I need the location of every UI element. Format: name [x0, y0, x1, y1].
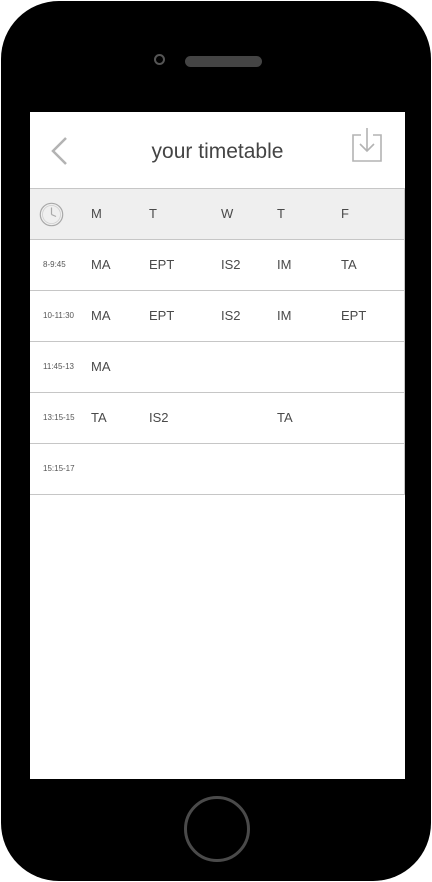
time-slot-label: 10-11:30 [43, 311, 74, 320]
class-cell[interactable]: TA [341, 240, 357, 290]
home-button[interactable] [184, 796, 250, 862]
download-button[interactable] [350, 127, 384, 163]
front-camera [154, 54, 165, 65]
back-button[interactable] [48, 136, 74, 166]
table-row: 10-11:30 MA EPT IS2 IM EPT [30, 291, 405, 342]
class-cell[interactable]: MA [91, 342, 111, 392]
class-cell[interactable]: IS2 [221, 240, 241, 290]
day-header-friday: F [341, 206, 349, 221]
class-cell[interactable]: IS2 [149, 393, 169, 443]
class-cell[interactable]: TA [91, 393, 107, 443]
day-header-thursday: T [277, 206, 285, 221]
page-title: your timetable [151, 140, 284, 163]
table-row: 15:15-17 [30, 444, 405, 495]
table-row: 11:45-13 MA [30, 342, 405, 393]
download-tray-icon [352, 128, 382, 162]
day-header-monday: M [91, 206, 102, 221]
earpiece-speaker [185, 56, 262, 67]
time-slot-label: 13:15-15 [43, 413, 75, 422]
class-cell[interactable]: EPT [341, 291, 366, 341]
day-header-tuesday: T [149, 206, 157, 221]
time-slot-label: 8-9:45 [43, 260, 66, 269]
class-cell[interactable]: MA [91, 291, 111, 341]
time-slot-label: 11:45-13 [43, 362, 74, 371]
app-screen: your timetable M T W T F 8-9:45 MA EPT I… [30, 112, 405, 779]
class-cell[interactable]: EPT [149, 240, 174, 290]
day-header-wednesday: W [221, 206, 234, 221]
chevron-left-icon [51, 137, 67, 165]
table-row: 13:15-15 TA IS2 TA [30, 393, 405, 444]
day-header-row: M T W T F [30, 189, 405, 240]
class-cell[interactable]: EPT [149, 291, 174, 341]
class-cell[interactable]: MA [91, 240, 111, 290]
class-cell[interactable]: IS2 [221, 291, 241, 341]
class-cell[interactable]: IM [277, 291, 291, 341]
class-cell[interactable]: IM [277, 240, 291, 290]
table-row: 8-9:45 MA EPT IS2 IM TA [30, 240, 405, 291]
timetable-grid: M T W T F 8-9:45 MA EPT IS2 IM TA 10-11:… [30, 188, 405, 495]
time-slot-label: 15:15-17 [43, 464, 75, 473]
class-cell[interactable]: TA [277, 393, 293, 443]
app-header: your timetable [30, 112, 405, 188]
phone-frame: your timetable M T W T F 8-9:45 MA EPT I… [1, 1, 431, 881]
clock-icon [39, 202, 64, 227]
